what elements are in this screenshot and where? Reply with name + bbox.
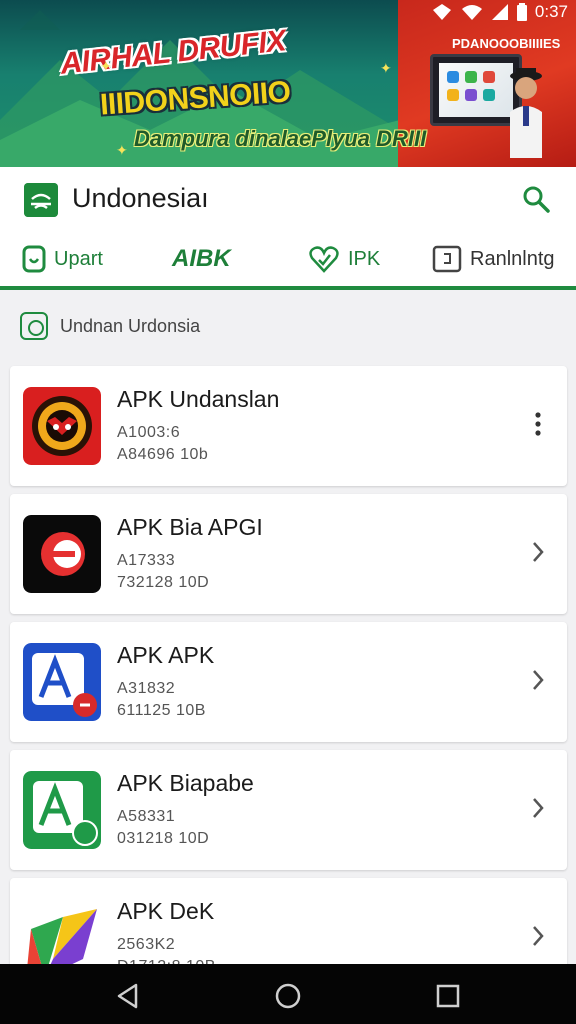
tab-label: Ranlnlntg — [470, 247, 555, 270]
app-meta-secondary: 611125 10B — [117, 702, 206, 719]
app-name: APK DeK — [117, 898, 215, 924]
chevron-right-icon[interactable] — [529, 922, 547, 950]
list-item[interactable]: APK Biapabe A58331 031218 10D — [10, 750, 567, 870]
promo-banner[interactable]: PDANOOOBIIIIES AIRHAL DRUFIX IIIDONSNOII… — [0, 0, 576, 167]
app-meta-secondary: A84696 10b — [117, 446, 209, 463]
app-name: APK Bia APGI — [117, 514, 263, 540]
app-meta-primary: A1003:6 — [117, 424, 181, 441]
more-vert-icon[interactable] — [529, 410, 547, 438]
tab-apk[interactable]: AIBK — [172, 241, 231, 277]
chevron-right-icon[interactable] — [529, 666, 547, 694]
tab-label: AIBK — [172, 245, 231, 272]
chevron-right-icon[interactable] — [529, 538, 547, 566]
tabs-underline — [0, 286, 576, 290]
status-time: 0:37 — [534, 2, 568, 21]
banner-tagline: Dampura dinalaePlyua DRIII — [134, 126, 427, 151]
app-icon-bia-apgi — [23, 515, 101, 593]
tab-label: Upart — [54, 247, 103, 270]
app-meta-primary: A17333 — [117, 552, 176, 569]
recents-icon[interactable] — [434, 982, 462, 1010]
app-name: APK Biapabe — [117, 770, 254, 796]
app-meta-secondary: 031218 10D — [117, 830, 210, 847]
tab-ipk[interactable]: IPK — [308, 241, 380, 277]
ranking-icon — [432, 245, 462, 273]
app-meta-primary: 2563K2 — [117, 936, 176, 953]
promo-label: PDANOOOBIIIIES — [452, 36, 561, 51]
app-icon-undanslan — [23, 387, 101, 465]
list-item[interactable]: APK APK A31832 611125 10B — [10, 622, 567, 742]
battery-icon — [516, 3, 527, 21]
page-title: Undonesiaı — [72, 183, 209, 213]
app-icon-biapabe — [23, 771, 101, 849]
status-bar: 0:37 — [0, 0, 576, 24]
sparkle-icon: ✦ — [100, 58, 112, 74]
heart-icon — [309, 246, 339, 273]
app-name: APK APK — [117, 642, 215, 668]
cell-signal-icon — [491, 4, 508, 20]
tab-ranking[interactable]: Ranlnlntg — [432, 241, 555, 277]
sparkle-icon: ✦ — [116, 142, 128, 158]
system-nav-bar — [0, 964, 576, 1024]
app-meta-primary: A58331 — [117, 808, 176, 825]
list-item[interactable]: APK Bia APGI A17333 732128 10D — [10, 494, 567, 614]
app-logo-icon — [24, 183, 58, 217]
app-header: Undonesiaı — [0, 167, 576, 231]
app-name: APK Undanslan — [117, 386, 280, 412]
app-meta-primary: A31832 — [117, 680, 176, 697]
signal-diamond-icon — [432, 4, 451, 20]
section-label: Undnan Urdonsia — [60, 315, 201, 336]
section-icon — [20, 312, 48, 340]
list-item[interactable]: APK Undanslan A1003:6 A84696 10b — [10, 366, 567, 486]
sparkle-icon: ✦ — [380, 60, 392, 76]
tab-label: IPK — [348, 247, 381, 270]
app-icon-apk — [23, 643, 101, 721]
home-icon[interactable] — [274, 982, 302, 1010]
wifi-icon — [461, 5, 482, 20]
phone-icon — [22, 245, 46, 273]
section-heading: Undnan Urdonsia — [20, 312, 200, 340]
search-icon[interactable] — [520, 183, 552, 215]
person-illustration — [510, 68, 542, 158]
app-meta-secondary: 732128 10D — [117, 574, 210, 591]
category-tabs: Upart AIBK IPK Ranlnlntg — [0, 231, 576, 287]
chevron-right-icon[interactable] — [529, 794, 547, 822]
back-icon[interactable] — [114, 982, 142, 1010]
tab-upart[interactable]: Upart — [22, 241, 103, 277]
